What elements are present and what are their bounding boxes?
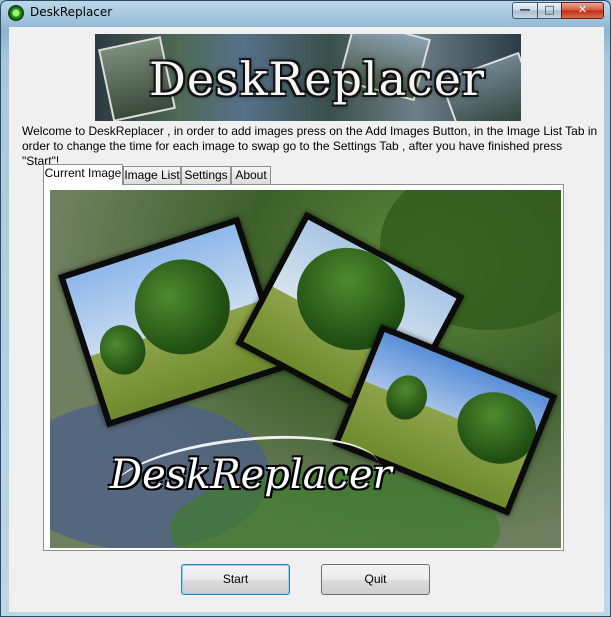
app-logo-icon[interactable] [8, 5, 24, 21]
quit-button[interactable]: Quit [321, 564, 430, 595]
tab-about[interactable]: About [231, 166, 271, 184]
client-area: DeskReplacer Welcome to DeskReplacer , i… [9, 27, 604, 612]
minimize-button[interactable]: — [512, 2, 538, 19]
window-title: DeskReplacer [30, 5, 113, 19]
title-bar[interactable]: DeskReplacer — □ ✕ [1, 1, 610, 25]
banner-image: DeskReplacer [95, 34, 521, 121]
preview-logo-text: DeskReplacer [110, 452, 392, 498]
start-button[interactable]: Start [181, 564, 290, 595]
banner-logo-text: DeskReplacer [149, 52, 485, 106]
tab-settings[interactable]: Settings [181, 166, 231, 184]
tab-image-list[interactable]: Image List [123, 166, 181, 184]
main-window: DeskReplacer — □ ✕ DeskReplacer Welcome … [0, 0, 611, 617]
current-image-panel: DeskReplacer [43, 184, 564, 551]
current-image-preview: DeskReplacer [50, 190, 561, 548]
maximize-button[interactable]: □ [537, 2, 562, 19]
tab-current-image[interactable]: Current Image [43, 164, 123, 185]
welcome-message: Welcome to DeskReplacer , in order to ad… [22, 124, 598, 168]
close-button[interactable]: ✕ [561, 2, 604, 19]
